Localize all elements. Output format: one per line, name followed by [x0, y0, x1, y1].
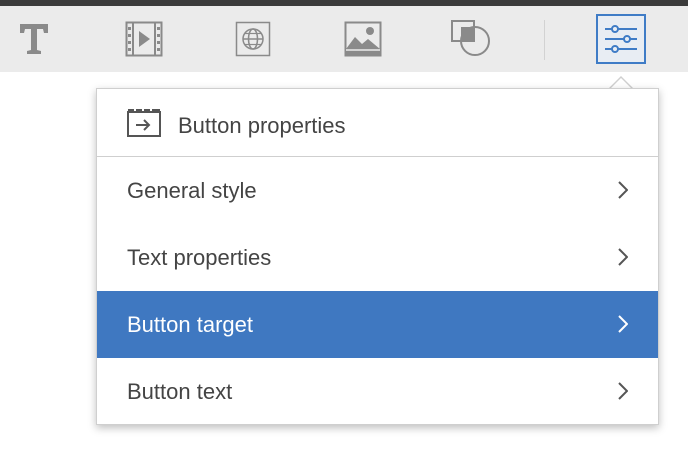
menu-item-label: General style [127, 178, 257, 203]
text-icon [20, 24, 48, 54]
text-tool-button[interactable] [4, 6, 64, 72]
image-icon [344, 21, 382, 57]
globe-icon [235, 21, 271, 57]
menu-item-button-text[interactable]: Button text [97, 358, 658, 425]
web-tool-button[interactable] [223, 6, 283, 72]
video-icon [125, 21, 163, 57]
properties-tool-button[interactable] [591, 6, 651, 72]
video-tool-button[interactable] [114, 6, 174, 72]
sliders-icon [605, 25, 637, 53]
toolbar-divider [544, 20, 545, 60]
panel-header: Button properties [97, 89, 658, 157]
menu-item-label: Button text [127, 379, 233, 404]
menu-item-button-target[interactable]: Button target [97, 291, 658, 358]
toolbar [0, 6, 688, 72]
button-properties-panel: Button properties General style Text pro… [96, 88, 659, 425]
image-tool-button[interactable] [333, 6, 393, 72]
menu-item-text-properties[interactable]: Text properties [97, 224, 658, 291]
button-target-icon [127, 109, 161, 142]
active-tool-frame [596, 14, 646, 64]
menu-item-label: Button target [127, 312, 253, 337]
panel-title: Button properties [178, 113, 346, 138]
chevron-right-icon [618, 248, 629, 271]
chevron-right-icon [618, 181, 629, 204]
menu-item-label: Text properties [127, 245, 272, 270]
menu-item-general-style[interactable]: General style [97, 157, 658, 224]
chevron-right-icon [618, 315, 629, 338]
shape-icon [451, 20, 490, 56]
shape-tool-button[interactable] [441, 6, 501, 72]
properties-menu: General style Text properties Button tar… [97, 157, 658, 425]
chevron-right-icon [618, 382, 629, 405]
